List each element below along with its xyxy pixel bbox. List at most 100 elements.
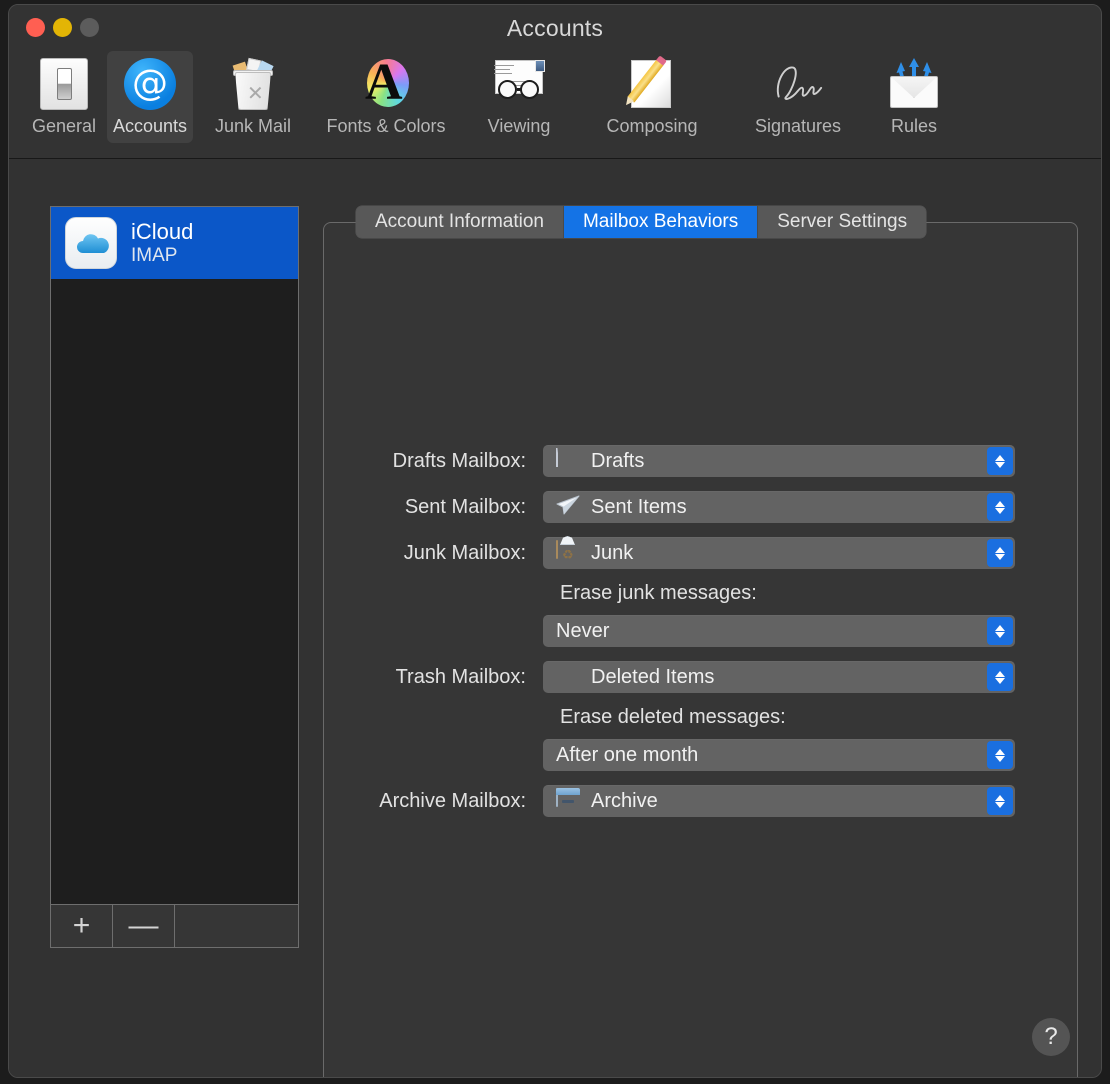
row-archive-mailbox: Archive Mailbox: Archive [323,784,1078,818]
row-sent-mailbox: Sent Mailbox: Sent Items [323,490,1078,524]
sent-icon [556,495,580,519]
question-mark-icon: ? [1044,1023,1058,1050]
chevron-up-icon [995,748,1005,755]
chevron-up-icon [995,454,1005,461]
drafts-mailbox-label: Drafts Mailbox: [392,449,526,472]
footer-spacer [175,905,298,947]
tab-label: Server Settings [777,211,908,232]
tab-account-information[interactable]: Account Information [356,206,564,238]
plus-icon: + [72,909,91,942]
chevron-up-icon [995,794,1005,801]
window-title: Accounts [506,15,604,41]
erase-deleted-value: After one month [556,743,699,766]
title-bar: Accounts [9,5,1101,51]
erase-deleted-heading: Erase deleted messages: [560,706,786,728]
add-account-button[interactable]: + [51,905,113,947]
tab-mailbox-behaviors[interactable]: Mailbox Behaviors [563,206,759,238]
tab-server-settings[interactable]: Server Settings [758,206,927,238]
chevron-up-icon [995,624,1005,631]
signature-icon [769,55,827,113]
junk-icon: ♻ [556,536,580,565]
sent-stepper[interactable] [987,493,1013,521]
row-junk-mailbox: Junk Mailbox: ♻ Junk [323,536,1078,570]
chevron-up-icon [995,670,1005,677]
pencil-paper-icon [622,55,681,113]
archive-mailbox-select[interactable]: Archive [543,785,1015,817]
row-erase-junk: Never [323,614,1078,648]
toolbar-item-rules[interactable]: Rules [871,51,957,143]
drafts-stepper[interactable] [987,447,1013,475]
minus-icon: — [128,909,159,942]
toolbar-item-composing[interactable]: Composing [579,51,725,143]
drafts-icon [556,448,580,473]
tab-label: Mailbox Behaviors [582,211,739,232]
preferences-body: iCloud IMAP + — Account Information Mail… [9,159,1101,1077]
account-type: IMAP [131,244,178,266]
erase-deleted-select[interactable]: After one month [543,739,1015,771]
sent-mailbox-value: Sent Items [591,495,687,518]
account-list-item-icloud[interactable]: iCloud IMAP [51,207,298,279]
account-name: iCloud [131,219,194,245]
mailbox-behaviors-form: Drafts Mailbox: Drafts Sent Mailbox: Sen… [323,222,1078,830]
chevron-down-icon [995,461,1005,468]
junk-mailbox-label: Junk Mailbox: [403,541,526,564]
archive-stepper[interactable] [987,787,1013,815]
preferences-toolbar: General @ Accounts ✕ Junk Mail A Fonts &… [9,51,1101,159]
toolbar-label-accounts: Accounts [112,116,188,136]
chevron-up-icon [995,546,1005,553]
archive-mailbox-label: Archive Mailbox: [379,789,526,812]
trash-mailbox-label: Trash Mailbox: [395,665,526,688]
drafts-mailbox-value: Drafts [591,449,645,472]
toolbar-label-general: General [31,116,97,136]
trash-icon [556,665,580,689]
row-trash-mailbox: Trash Mailbox: Deleted Items [323,660,1078,694]
toolbar-item-accounts[interactable]: @ Accounts [107,51,193,143]
toolbar-label-fonts-colors: Fonts & Colors [326,116,446,136]
preferences-window: Accounts General @ Accounts ✕ Junk Mail [8,4,1102,1078]
font-color-wheel-icon: A [357,55,415,113]
chevron-up-icon [995,500,1005,507]
help-button[interactable]: ? [1032,1018,1070,1056]
glasses-letter-icon [490,55,548,113]
trash-mailbox-value: Deleted Items [591,665,715,688]
archive-mailbox-value: Archive [591,789,658,812]
erase-junk-select[interactable]: Never [543,615,1015,647]
chevron-down-icon [995,553,1005,560]
accounts-list[interactable]: iCloud IMAP [51,207,298,904]
toolbar-item-viewing[interactable]: Viewing [459,51,579,143]
erase-deleted-stepper[interactable] [987,741,1013,769]
toolbar-label-rules: Rules [890,116,938,136]
junk-mailbox-select[interactable]: ♻ Junk [543,536,1015,569]
remove-account-button[interactable]: — [113,905,175,947]
toolbar-label-viewing: Viewing [487,116,551,136]
row-drafts-mailbox: Drafts Mailbox: Drafts [323,444,1078,478]
tab-label: Account Information [375,211,544,232]
trash-mailbox-select[interactable]: Deleted Items [543,661,1015,693]
chevron-down-icon [995,801,1005,808]
accounts-list-footer: + — [51,904,298,947]
erase-junk-stepper[interactable] [987,617,1013,645]
toolbar-item-signatures[interactable]: Signatures [725,51,871,143]
sent-mailbox-select[interactable]: Sent Items [543,491,1015,523]
junk-stepper[interactable] [987,539,1013,567]
settings-tabbar: Account Information Mailbox Behaviors Se… [356,206,927,238]
toolbar-item-general[interactable]: General [21,51,107,143]
toolbar-item-junk-mail[interactable]: ✕ Junk Mail [193,51,313,143]
envelope-arrows-icon [885,55,943,113]
accounts-sidebar: iCloud IMAP + — [50,206,299,948]
chevron-down-icon [995,507,1005,514]
drafts-mailbox-select[interactable]: Drafts [543,445,1015,477]
junk-mailbox-value: Junk [591,541,634,564]
general-switch-icon [35,55,93,113]
erase-junk-heading: Erase junk messages: [560,582,757,604]
toolbar-label-composing: Composing [606,116,698,136]
chevron-down-icon [995,755,1005,762]
toolbar-item-fonts-colors[interactable]: A Fonts & Colors [313,51,459,143]
chevron-down-icon [995,631,1005,638]
toolbar-label-signatures: Signatures [754,116,842,136]
junk-bin-icon: ✕ [224,55,282,113]
chevron-down-icon [995,677,1005,684]
trash-stepper[interactable] [987,663,1013,691]
archive-icon [556,788,580,813]
row-erase-deleted: After one month [323,738,1078,772]
